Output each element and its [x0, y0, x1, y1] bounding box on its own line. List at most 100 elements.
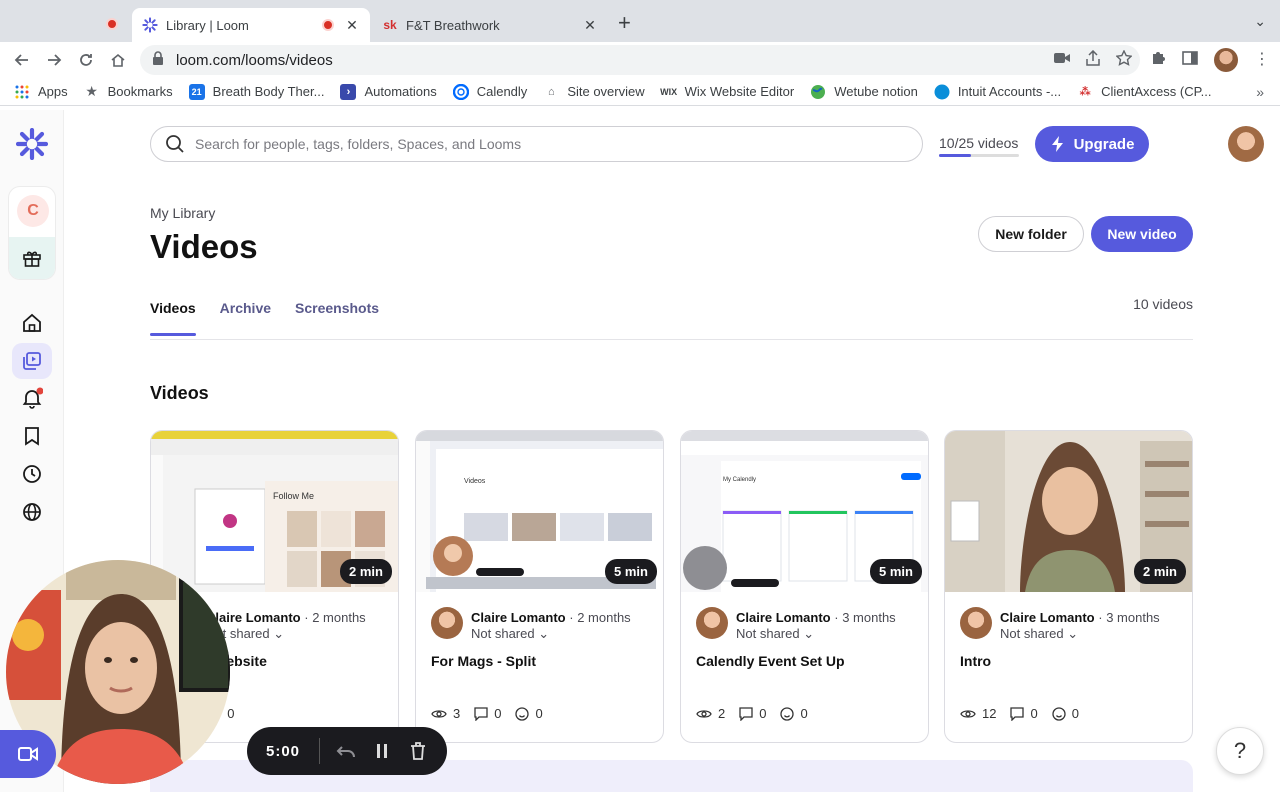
close-tab-icon[interactable]: ✕	[582, 17, 598, 34]
tab-archive[interactable]: Archive	[220, 300, 271, 336]
intuit-icon	[934, 84, 950, 100]
emoji-icon	[1052, 706, 1066, 721]
author-name: Claire Lomanto · 2 months	[471, 610, 631, 625]
bookmark-intuit[interactable]: Intuit Accounts -...	[934, 84, 1061, 100]
recording-dot-icon	[106, 18, 118, 30]
loom-favicon-icon	[142, 17, 158, 33]
views-stat: 3	[431, 706, 460, 721]
video-title[interactable]: For Mags - Split	[431, 653, 536, 669]
user-avatar[interactable]	[1228, 126, 1264, 162]
video-stats: 3 0 0	[431, 706, 543, 721]
workspace-avatar[interactable]: C	[17, 195, 49, 227]
search-bar[interactable]	[150, 126, 923, 162]
camera-toggle-button[interactable]	[0, 730, 56, 778]
bookmark-label: Breath Body Ther...	[212, 84, 325, 99]
author-avatar	[696, 607, 728, 639]
bookmark-apps[interactable]: Apps	[14, 84, 68, 100]
pause-icon[interactable]	[364, 743, 400, 759]
video-card[interactable]: 2 min Claire Lomanto · 3 months Not shar…	[944, 430, 1193, 743]
views-stat: 12	[960, 706, 996, 721]
tab-videos[interactable]: Videos	[150, 300, 196, 336]
side-panel-icon[interactable]	[1182, 50, 1198, 70]
bookmark-site-overview[interactable]: ⌂ Site overview	[543, 84, 645, 100]
video-thumbnail[interactable]: My Calendly 5 min	[681, 431, 928, 592]
video-thumbnail[interactable]: Videos 5 min	[416, 431, 663, 592]
video-card[interactable]: Videos 5 min Claire Lomanto · 2 months N…	[415, 430, 664, 743]
bookmark-nav-icon[interactable]	[12, 418, 52, 454]
notifications-bell-icon[interactable]	[12, 380, 52, 416]
browser-tab-breathwork[interactable]: sk F&T Breathwork ✕	[372, 8, 608, 42]
wix-icon: WIX	[660, 86, 678, 97]
bookmark-wetube[interactable]: Wetube notion	[810, 84, 918, 100]
tab-title: F&T Breathwork	[406, 17, 500, 33]
recording-controls: 5:00	[247, 727, 447, 775]
bookmark-calendly[interactable]: Calendly	[452, 83, 528, 100]
bookmark-label: Wetube notion	[834, 84, 918, 99]
new-video-button[interactable]: New video	[1091, 216, 1193, 252]
forward-arrow-icon[interactable]	[42, 48, 66, 72]
tab-screenshots[interactable]: Screenshots	[295, 300, 379, 336]
new-tab-icon[interactable]: +	[618, 12, 631, 34]
upgrade-button[interactable]: Upgrade	[1035, 126, 1149, 162]
breadcrumb[interactable]: My Library	[150, 205, 215, 221]
help-button[interactable]: ?	[1216, 727, 1264, 775]
bookmark-bookmarks[interactable]: ★ Bookmarks	[84, 83, 172, 100]
arrow-icon: ›	[340, 83, 357, 100]
tab-search-chevron-icon[interactable]: ⌄	[1254, 13, 1266, 30]
clientaxcess-icon: ⁂	[1079, 86, 1091, 98]
share-status-dropdown[interactable]: Not shared ⌄	[471, 626, 549, 642]
emoji-icon	[515, 706, 530, 721]
address-bar[interactable]: loom.com/looms/videos	[140, 45, 1140, 75]
video-quota-label[interactable]: 10/25 videos	[939, 135, 1018, 151]
duration-badge: 2 min	[340, 559, 392, 584]
apps-grid-icon	[14, 84, 30, 100]
video-title[interactable]: Intro	[960, 653, 991, 669]
bookmark-label: Calendly	[476, 84, 528, 99]
home-nav-icon[interactable]	[12, 305, 52, 341]
profile-avatar[interactable]	[1214, 48, 1238, 72]
video-meta: Claire Lomanto · 2 months Not shared ⌄	[431, 607, 656, 641]
video-title[interactable]: Calendly Event Set Up	[696, 653, 845, 669]
close-tab-icon[interactable]: ✕	[344, 17, 360, 34]
undo-icon[interactable]	[328, 743, 364, 759]
spaces-globe-icon[interactable]	[12, 494, 52, 530]
extensions-puzzle-icon[interactable]	[1150, 50, 1166, 71]
home-icon[interactable]	[106, 48, 130, 72]
bookmark-wix[interactable]: WIX Wix Website Editor	[660, 84, 794, 100]
author-avatar	[431, 607, 463, 639]
share-icon[interactable]	[1086, 49, 1100, 71]
browser-tab-library[interactable]: Library | Loom ✕	[132, 8, 370, 42]
library-nav-icon[interactable]	[12, 343, 52, 379]
search-input[interactable]	[195, 136, 895, 152]
reactions-stat: 0	[515, 706, 543, 721]
bookmark-label: Site overview	[567, 84, 645, 99]
bookmark-clientaxcess[interactable]: ⁂ ClientAxcess (CP...	[1077, 84, 1212, 100]
eye-icon	[696, 709, 712, 718]
history-clock-icon[interactable]	[12, 456, 52, 492]
new-folder-button[interactable]: New folder	[978, 216, 1084, 252]
video-card[interactable]: My Calendly 5 min Claire Lomanto · 3 mon…	[680, 430, 929, 743]
gift-icon[interactable]	[9, 237, 55, 279]
tabs-divider	[150, 339, 1193, 340]
share-status-dropdown[interactable]: Not shared ⌄	[1000, 626, 1078, 642]
duration-badge: 2 min	[1134, 559, 1186, 584]
recording-timer: 5:00	[265, 742, 301, 760]
share-status-dropdown[interactable]: Not shared ⌄	[736, 626, 814, 642]
trash-icon[interactable]	[400, 742, 436, 760]
loom-logo-icon[interactable]	[12, 126, 52, 162]
camera-icon[interactable]	[1054, 51, 1070, 69]
browser-tab-bar: Library | Loom ✕ sk F&T Breathwork ✕ + ⌄	[0, 0, 1280, 42]
comment-icon	[739, 706, 753, 721]
browser-menu-icon[interactable]: ⋮	[1254, 52, 1270, 68]
bookmark-breath-body[interactable]: 21 Breath Body Ther...	[188, 83, 325, 100]
tab-recording-icon	[322, 19, 334, 31]
bookmark-automations[interactable]: › Automations	[340, 83, 437, 100]
video-thumbnail[interactable]: 2 min	[945, 431, 1192, 592]
reload-icon[interactable]	[74, 48, 98, 72]
video-thumbnail[interactable]: Follow Me 2 min	[151, 431, 398, 592]
bookmark-star-icon[interactable]	[1115, 48, 1133, 71]
back-arrow-icon[interactable]	[10, 48, 34, 72]
video-quota-bar	[939, 154, 1019, 157]
more-bookmarks-icon[interactable]: »	[1256, 84, 1264, 100]
bookmark-label: ClientAxcess (CP...	[1101, 84, 1212, 99]
